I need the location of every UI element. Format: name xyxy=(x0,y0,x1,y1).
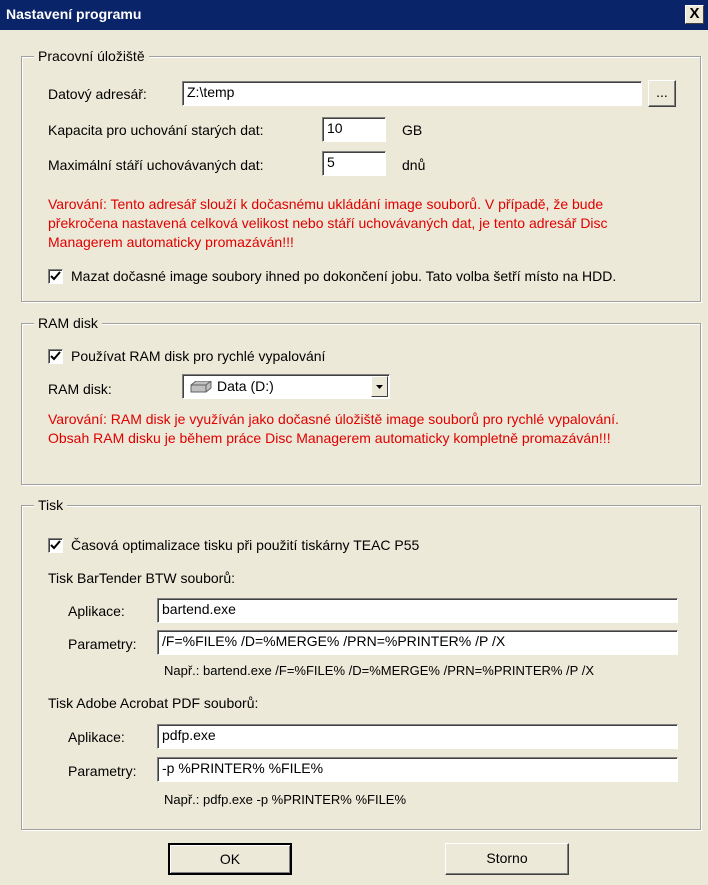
use-ramdisk-label: Používat RAM disk pro rychlé vypalování xyxy=(71,348,326,364)
acrobat-app-label: Aplikace: xyxy=(68,729,125,745)
bartender-example: Např.: bartend.exe /F=%FILE% /D=%MERGE% … xyxy=(164,663,594,678)
acrobat-params-input[interactable]: -p %PRINTER% %FILE% xyxy=(157,757,678,782)
warning-line: překročena nastavená celková velikost ne… xyxy=(48,215,608,231)
data-dir-input[interactable]: Z:\temp xyxy=(182,81,642,106)
optimize-print-label: Časová optimalizace tisku při použití ti… xyxy=(71,537,420,553)
acrobat-heading: Tisk Adobe Acrobat PDF souborů: xyxy=(48,695,259,711)
warning-line: Varování: Tento adresář slouží k dočasné… xyxy=(48,196,604,212)
title-bar: Nastavení programu X xyxy=(0,0,708,30)
print-legend: Tisk xyxy=(34,497,68,513)
checkmark-icon xyxy=(50,539,61,549)
acrobat-example: Např.: pdfp.exe -p %PRINTER% %FILE% xyxy=(164,792,407,807)
bartender-app-label: Aplikace: xyxy=(68,603,125,619)
warning-line: Obsah RAM disku je během práce Disc Mana… xyxy=(48,430,611,446)
storage-legend: Pracovní úložiště xyxy=(34,48,149,64)
browse-button[interactable]: ... xyxy=(648,80,676,107)
ramdisk-warning: Varování: RAM disk je využíván jako doča… xyxy=(48,410,619,448)
checkbox-box[interactable] xyxy=(48,348,63,364)
settings-dialog: Nastavení programu X Pracovní úložiště D… xyxy=(0,0,708,885)
chevron-down-icon xyxy=(376,385,383,389)
warning-line: Managerem automaticky promazáván!!! xyxy=(48,234,294,250)
use-ramdisk-checkbox[interactable]: Používat RAM disk pro rychlé vypalování xyxy=(48,348,325,364)
hard-drive-icon xyxy=(190,381,212,393)
window-title: Nastavení programu xyxy=(6,6,142,22)
ramdisk-select[interactable]: Data (D:) xyxy=(182,374,390,399)
ramdisk-legend: RAM disk xyxy=(34,315,102,331)
warning-line: Varování: RAM disk je využíván jako doča… xyxy=(48,411,619,427)
checkmark-icon xyxy=(50,350,61,360)
checkbox-box[interactable] xyxy=(48,268,63,284)
bartender-heading: Tisk BarTender BTW souborů: xyxy=(48,570,235,586)
delete-temp-checkbox[interactable]: Mazat dočasné image soubory ihned po dok… xyxy=(48,268,616,284)
capacity-input[interactable]: 10 xyxy=(322,117,386,142)
max-age-unit: dnů xyxy=(402,157,426,173)
max-age-input[interactable]: 5 xyxy=(322,151,386,176)
close-button[interactable]: X xyxy=(685,5,704,24)
capacity-unit: GB xyxy=(402,122,423,138)
delete-temp-label: Mazat dočasné image soubory ihned po dok… xyxy=(71,268,617,284)
checkbox-box[interactable] xyxy=(48,537,63,553)
cancel-button[interactable]: Storno xyxy=(445,843,569,875)
ok-button[interactable]: OK xyxy=(168,843,292,875)
acrobat-app-input[interactable]: pdfp.exe xyxy=(157,724,678,749)
ramdisk-select-label: RAM disk: xyxy=(48,381,112,397)
checkmark-icon xyxy=(50,270,61,280)
bartender-app-input[interactable]: bartend.exe xyxy=(157,598,678,623)
data-dir-label: Datový adresář: xyxy=(48,86,147,102)
ramdisk-select-value: Data (D:) xyxy=(217,378,274,394)
storage-warning: Varování: Tento adresář slouží k dočasné… xyxy=(48,195,608,252)
dropdown-button[interactable] xyxy=(371,376,388,397)
capacity-label: Kapacita pro uchování starých dat: xyxy=(48,122,264,138)
acrobat-params-label: Parametry: xyxy=(68,763,137,779)
optimize-print-checkbox[interactable]: Časová optimalizace tisku při použití ti… xyxy=(48,537,419,553)
bartender-params-input[interactable]: /F=%FILE% /D=%MERGE% /PRN=%PRINTER% /P /… xyxy=(157,630,678,655)
bartender-params-label: Parametry: xyxy=(68,636,137,652)
max-age-label: Maximální stáří uchovávaných dat: xyxy=(48,157,264,173)
